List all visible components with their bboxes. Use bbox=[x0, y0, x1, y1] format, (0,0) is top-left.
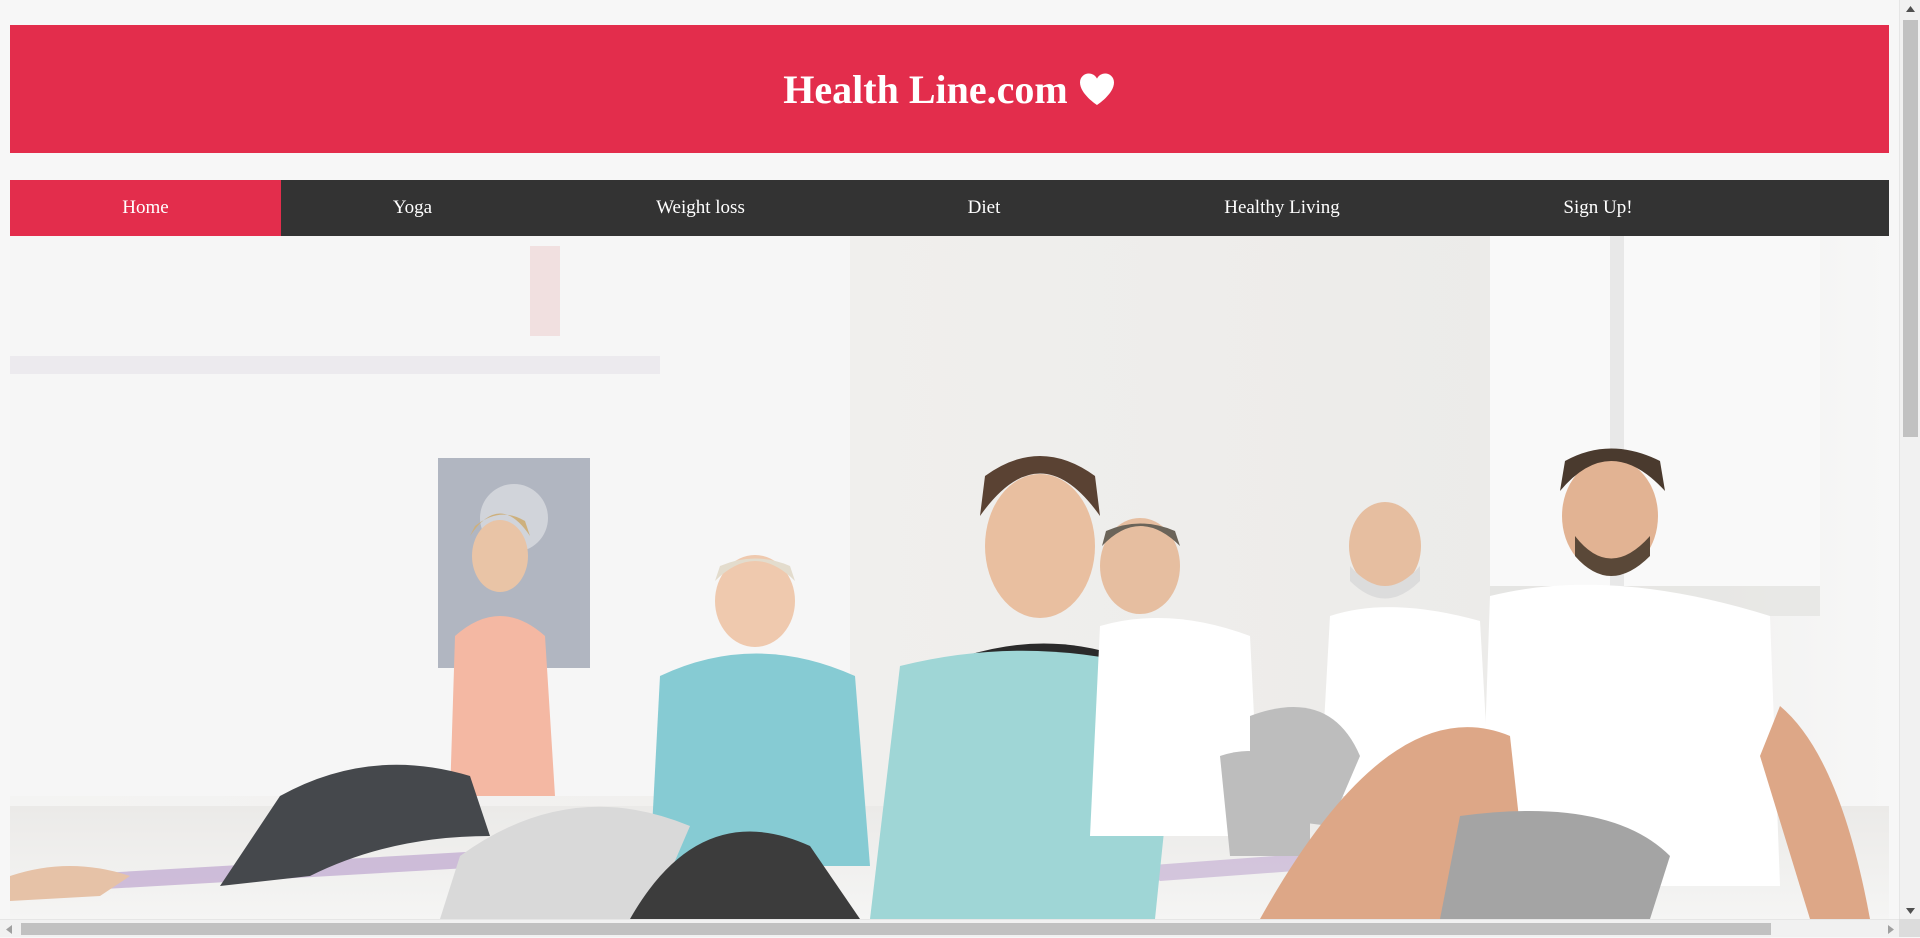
horizontal-scrollbar-thumb[interactable] bbox=[21, 923, 1771, 935]
site-title: Health Line.com bbox=[783, 66, 1115, 113]
site-title-text: Health Line.com bbox=[783, 66, 1068, 112]
nav-item-home[interactable]: Home bbox=[10, 180, 281, 236]
hero-image bbox=[10, 236, 1889, 919]
horizontal-scrollbar[interactable] bbox=[0, 919, 1899, 937]
site-header: Health Line.com bbox=[10, 25, 1889, 153]
nav-item-label: Yoga bbox=[392, 197, 433, 218]
scroll-left-arrow-icon[interactable] bbox=[0, 920, 17, 938]
nav-item-weight-loss[interactable]: Weight loss bbox=[544, 180, 857, 236]
heart-icon bbox=[1078, 72, 1116, 106]
nav-item-healthy-living[interactable]: Healthy Living bbox=[1111, 180, 1453, 236]
nav-item-diet[interactable]: Diet bbox=[857, 180, 1111, 236]
main-nav: Home Yoga Weight loss Diet Healthy Livin… bbox=[10, 180, 1889, 236]
nav-item-sign-up[interactable]: Sign Up! bbox=[1453, 180, 1743, 236]
vertical-scrollbar[interactable] bbox=[1899, 0, 1920, 919]
nav-item-label: Healthy Living bbox=[1224, 197, 1340, 218]
scroll-right-arrow-icon[interactable] bbox=[1882, 920, 1899, 938]
nav-item-label: Sign Up! bbox=[1563, 197, 1633, 218]
scrollbar-corner bbox=[1899, 919, 1920, 937]
nav-item-yoga[interactable]: Yoga bbox=[281, 180, 544, 236]
scroll-up-arrow-icon[interactable] bbox=[1900, 0, 1920, 17]
scroll-down-arrow-icon[interactable] bbox=[1900, 902, 1920, 919]
nav-item-label: Weight loss bbox=[656, 197, 745, 218]
page-viewport: Health Line.com Home Yoga Weight loss Di… bbox=[0, 0, 1899, 919]
hero-illustration bbox=[10, 236, 1889, 919]
vertical-scrollbar-thumb[interactable] bbox=[1903, 20, 1918, 437]
nav-item-label: Diet bbox=[967, 197, 1001, 218]
nav-item-label: Home bbox=[122, 197, 169, 218]
